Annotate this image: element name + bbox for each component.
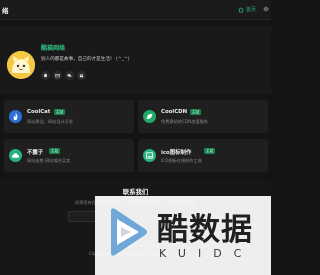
mail-icon: [55, 74, 60, 78]
watermark: 酷数据 KUIDC: [95, 196, 271, 275]
card-icon-wrap: [9, 110, 22, 123]
cat-avatar-icon: [7, 51, 35, 79]
project-card-coolcat[interactable]: CoolCat 主站 网站建设，网站设计开发: [4, 100, 134, 133]
status-badge: 主站: [190, 109, 202, 115]
avatar: [7, 51, 35, 79]
flame-icon: [13, 112, 18, 121]
social-mail[interactable]: [53, 71, 62, 80]
status-badge: 主站: [49, 148, 61, 154]
card-title: ico图标制作: [161, 150, 192, 156]
nav-home-link[interactable]: 首页: [238, 6, 256, 13]
status-badge: 主站: [54, 109, 66, 115]
watermark-title: 酷数据: [157, 212, 253, 248]
card-desc: 网站建设，网站设计开发: [27, 119, 74, 124]
play-logo-icon: [111, 208, 147, 256]
social-links: [41, 71, 86, 80]
social-wechat[interactable]: [65, 71, 74, 80]
leaf-icon: [146, 113, 153, 120]
project-card-ico[interactable]: ico图标制作 主站 ICO图标在线制作工具: [138, 139, 268, 172]
bio: 别人的都是故事，自己的才是生活！ (^_^): [41, 57, 130, 62]
contact-title: 联系我们: [122, 188, 149, 196]
cloud-icon: [11, 153, 20, 158]
nav-home-label: 首页: [246, 7, 257, 13]
card-icon-wrap: [143, 149, 156, 162]
card-title: CoolCDN: [161, 109, 188, 115]
home-icon: [238, 6, 244, 12]
card-title: 不露子: [27, 150, 44, 156]
profile-card: 酷猫网络 别人的都是故事，自己的才是生活！ (^_^): [0, 26, 271, 94]
top-bar: 络 首页: [0, 0, 271, 20]
project-card-buluzi[interactable]: 不露子 主站 网站出售 网站域名买卖: [4, 139, 134, 172]
social-group[interactable]: [77, 71, 86, 80]
page: 络 首页 酷猫网络 别人的都是故事，自己的才是生活！ (^_^) CoolCat…: [0, 0, 271, 275]
watermark-subtitle: KUIDC: [159, 247, 254, 260]
card-icon-wrap: [143, 110, 156, 123]
qq-icon: [44, 73, 47, 78]
wechat-icon: [67, 74, 72, 77]
users-icon: [79, 74, 84, 78]
card-desc: 网站出售 网站域名买卖: [27, 158, 71, 163]
card-desc: ICO图标在线制作工具: [161, 158, 202, 163]
gear-icon[interactable]: [263, 6, 269, 12]
site-title[interactable]: 络: [2, 5, 9, 15]
username: 酷猫网络: [41, 45, 66, 52]
card-title: CoolCat: [27, 109, 51, 115]
card-desc: 免费建站的CDN加速服务: [161, 119, 208, 124]
project-card-coolcdn[interactable]: CoolCDN 主站 免费建站的CDN加速服务: [138, 100, 268, 133]
card-icon-wrap: [9, 149, 22, 162]
status-badge: 主站: [204, 148, 216, 154]
social-qq[interactable]: [41, 71, 50, 80]
image-icon: [145, 152, 154, 159]
